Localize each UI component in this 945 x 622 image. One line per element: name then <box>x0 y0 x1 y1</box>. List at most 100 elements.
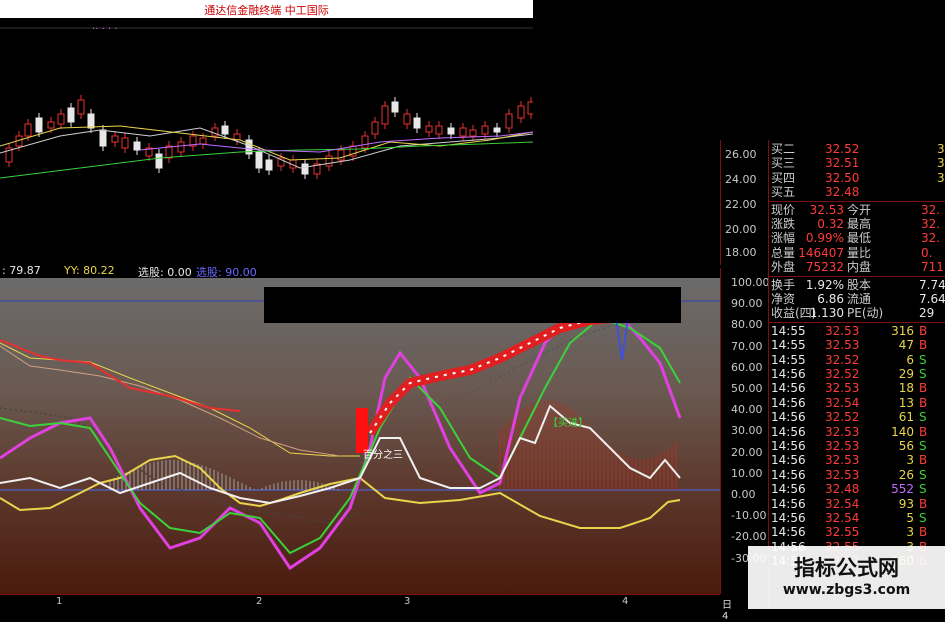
candle-body <box>67 107 75 123</box>
tick-volume: 316 <box>891 323 914 338</box>
tick-time: 14:56 <box>771 367 806 381</box>
tick-row: 14:55 32.53 316 B <box>769 324 945 338</box>
stat-value: 146407 <box>798 245 844 260</box>
tick-price: 32.52 <box>825 367 860 381</box>
panel-divider <box>769 200 945 202</box>
tick-time: 14:56 <box>771 395 806 410</box>
indicator-tick: 20.00 <box>731 445 763 459</box>
tick-volume: 56 <box>898 439 914 453</box>
tick-time: 14:56 <box>771 467 806 482</box>
candle-body <box>211 127 219 137</box>
tick-volume: 61 <box>898 410 914 425</box>
price-tick: 22.00 <box>725 198 757 211</box>
price-tick: 20.00 <box>725 223 757 236</box>
finance-value: 7.74 <box>919 277 945 292</box>
tick-side: B <box>919 323 928 338</box>
stat-value: 32. <box>921 217 941 231</box>
stat-value: 32. <box>921 231 941 246</box>
candle-body <box>517 105 525 119</box>
candle-body <box>435 125 443 135</box>
stat-value: 32. <box>921 202 941 217</box>
candle-body <box>35 117 43 133</box>
stat-value: 0. <box>921 245 933 260</box>
tick-side: B <box>919 496 928 511</box>
bid-label: 买二 <box>771 142 796 156</box>
tick-side: B <box>919 395 928 410</box>
finance-value: 1.92% <box>805 277 844 292</box>
stat-row: 现价 32.53 今开 32. <box>769 203 945 217</box>
candle-body <box>87 113 95 129</box>
tick-time: 14:56 <box>771 482 806 497</box>
bid-row: 买二 32.52 3 <box>769 142 945 156</box>
indicator-tick: 80.00 <box>731 318 763 332</box>
tick-price: 32.53 <box>825 338 860 353</box>
stat-label: 总量 <box>771 245 796 260</box>
tick-price: 32.54 <box>825 511 860 525</box>
tick-price: 32.48 <box>825 482 860 497</box>
candle-body <box>361 135 369 149</box>
quote-panel: 买二 32.52 3 买三 32.51 3 买四 32.50 3 买五 32.48 现价 32.53 今开… <box>768 140 945 609</box>
bid-volume: 3 <box>937 170 945 185</box>
stat-value: 32.53 <box>809 202 844 217</box>
stat-label: 最高 <box>847 217 872 231</box>
candle-body <box>413 117 421 129</box>
candle-body <box>77 99 85 115</box>
tick-time: 14:55 <box>771 352 806 367</box>
finance-label: 股本 <box>847 277 872 292</box>
tick-side: S <box>919 467 927 482</box>
buy-signal-bar <box>356 408 368 453</box>
tick-volume: 29 <box>898 367 914 381</box>
indicator-tick: 0.00 <box>731 488 756 501</box>
candles-group <box>5 95 535 179</box>
tick-price: 32.53 <box>825 467 860 482</box>
indicator-tick: -10.00 <box>731 509 767 523</box>
tick-volume: 47 <box>898 338 914 353</box>
candle-body <box>447 127 455 135</box>
tick-row: 14:56 32.52 29 S <box>769 367 945 381</box>
tick-volume: 5 <box>906 511 914 525</box>
tick-side: S <box>919 352 927 367</box>
tick-volume: 18 <box>898 381 914 396</box>
stat-label: 量比 <box>847 245 872 260</box>
stat-label: 今开 <box>847 202 872 217</box>
candlestick-chart[interactable]: ·· · · · <box>0 18 535 190</box>
tick-side: B <box>919 338 928 353</box>
indicator-tick: -20.00 <box>731 530 767 544</box>
tick-time: 14:56 <box>771 511 806 525</box>
stat-label: 现价 <box>771 202 796 217</box>
tick-row: 14:56 32.55 3B <box>769 525 945 539</box>
stat-label: 外盘 <box>771 260 796 275</box>
tick-time: 14:55 <box>771 323 806 338</box>
tick-side: B <box>919 381 928 396</box>
period-tab[interactable]: 日4 <box>722 596 732 622</box>
tick-time: 14:56 <box>771 381 806 396</box>
bid-volume: 3 <box>937 156 945 171</box>
stat-label: 最低 <box>847 231 872 246</box>
candle-body <box>381 105 389 125</box>
indicator-tick: 70.00 <box>731 339 763 353</box>
indicator-chart[interactable]: 百分之三 【买进】 <box>0 278 720 594</box>
pct-annotation: 百分之三 <box>363 448 403 461</box>
time-axis-label: 2 <box>256 596 263 607</box>
candle-body <box>57 113 65 125</box>
stat-label: 涨幅 <box>771 231 796 246</box>
price-tick: 18.00 <box>725 246 757 259</box>
bid-price: 32.50 <box>825 170 860 185</box>
candlestick-svg: ·· · · · <box>0 24 535 179</box>
time-axis-label: 3 <box>404 596 411 607</box>
candle-body <box>481 125 489 135</box>
tick-price: 32.53 <box>825 453 860 468</box>
magenta-line <box>0 306 682 571</box>
tick-side: B <box>919 525 928 540</box>
indicator-svg: 百分之三 【买进】 <box>0 300 720 571</box>
candle-body <box>459 127 467 137</box>
candle-body <box>265 159 273 171</box>
buy-annotation: 【买进】 <box>548 417 588 429</box>
upper-label-fragment: ·· · · · <box>92 24 117 35</box>
histogram-group <box>109 400 677 490</box>
stat-value: 711 <box>921 260 944 275</box>
tick-price: 32.55 <box>825 525 860 540</box>
stat-label: 涨跌 <box>771 217 796 231</box>
bid-price: 32.48 <box>825 185 860 200</box>
indicator-tick: 40.00 <box>731 403 763 417</box>
